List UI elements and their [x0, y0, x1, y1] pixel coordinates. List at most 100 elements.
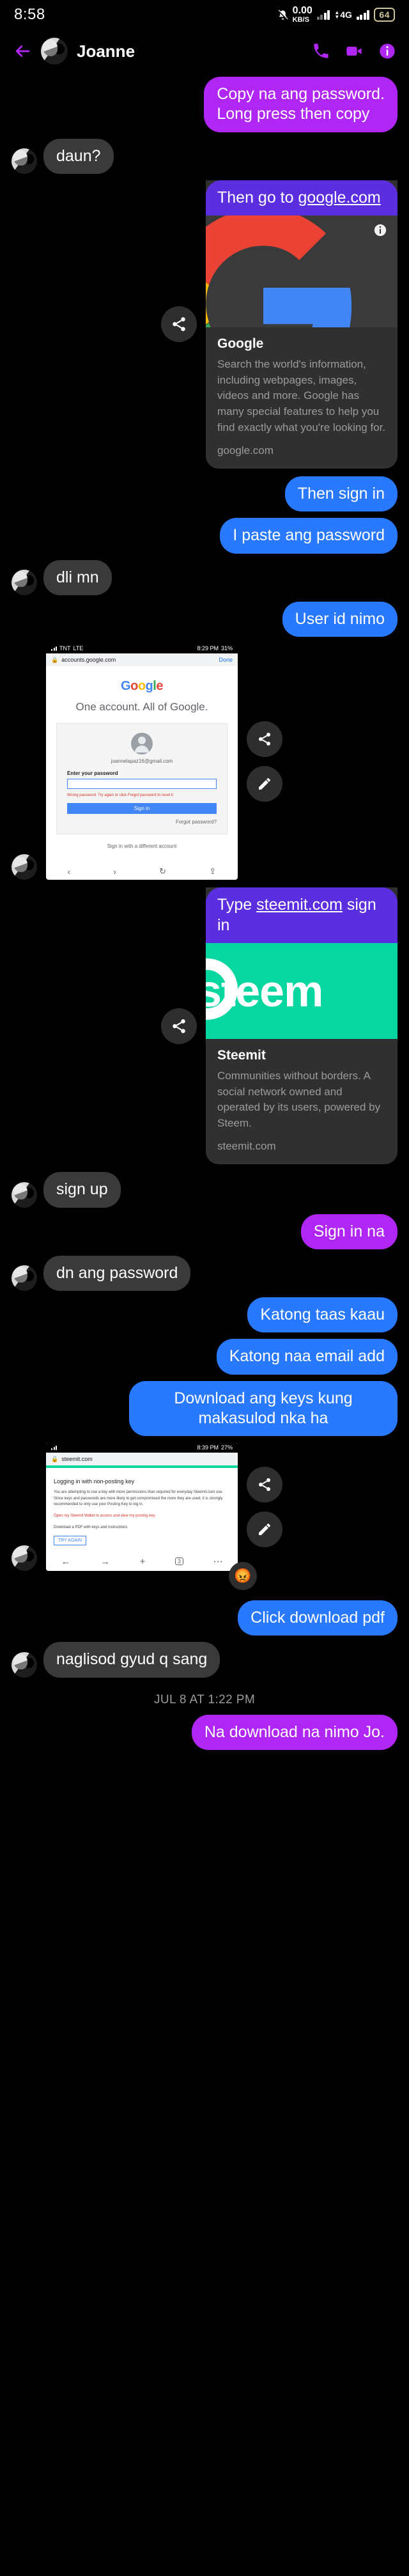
message-bubble[interactable]: Katong naa email add — [216, 1339, 397, 1375]
password-field[interactable] — [67, 779, 217, 790]
new-tab-icon[interactable]: + — [140, 1556, 146, 1567]
phone-icon[interactable] — [312, 42, 330, 60]
screenshot-image[interactable]: 8:39 PM 27% 🔒 steemit.com Logging in wit… — [46, 1442, 238, 1572]
share-icon[interactable] — [247, 721, 282, 758]
message-text: Click download pdf — [251, 1609, 385, 1627]
message-row-outgoing: Download ang keys kung makasulod nka ha — [12, 1380, 397, 1437]
keys-paragraph: You are attempting to use a key with mor… — [54, 1490, 224, 1507]
link-preview-body: Google Search the world's information, i… — [206, 327, 397, 469]
message-bubble[interactable]: dn ang password — [43, 1255, 191, 1292]
info-icon[interactable] — [373, 223, 387, 237]
message-bubble[interactable]: Click download pdf — [238, 1600, 397, 1636]
more-options-icon[interactable]: ⋯ — [213, 1556, 223, 1567]
message-text: daun? — [56, 146, 101, 165]
screenshot-page: Google One account. All of Google. joann… — [46, 666, 238, 864]
avatar[interactable] — [12, 1265, 37, 1292]
back-icon[interactable]: ← — [61, 1556, 70, 1567]
avatar[interactable] — [41, 38, 68, 65]
done-button[interactable]: Done — [219, 657, 233, 663]
lock-icon: 🔒 — [51, 656, 59, 663]
keys-heading: Logging in with non-posting key — [54, 1478, 135, 1485]
message-row-outgoing: Sign in na — [12, 1214, 397, 1249]
card-header-link[interactable]: steemit.com — [256, 896, 343, 914]
message-text: sign up — [56, 1180, 108, 1199]
message-row-incoming: naglisod gyud q sang — [12, 1642, 397, 1678]
signin-button[interactable]: Sign in — [67, 803, 217, 815]
message-row-outgoing: Katong naa email add — [12, 1339, 397, 1375]
pencil-icon[interactable] — [247, 1511, 282, 1547]
screenshot-url-bar[interactable]: 🔒 steemit.com — [46, 1453, 238, 1466]
share-icon[interactable] — [161, 1008, 197, 1044]
forward-icon[interactable]: → — [100, 1556, 110, 1567]
account-avatar-wrap — [67, 733, 217, 755]
reload-icon[interactable]: ↻ — [159, 866, 166, 877]
message-list[interactable]: Copy na ang password. Long press then co… — [0, 73, 409, 1756]
pencil-icon[interactable] — [247, 766, 282, 802]
back-arrow-icon[interactable] — [13, 42, 32, 61]
card-header-link[interactable]: google.com — [298, 189, 380, 207]
message-bubble[interactable]: daun? — [43, 138, 114, 174]
password-error: Wrong password. Try again or click Forgo… — [67, 793, 174, 798]
share-icon[interactable]: ⇪ — [209, 866, 216, 877]
attachment-actions — [247, 1466, 282, 1547]
screenshot-image[interactable]: TNT LTE 8:29 PM 31% 🔒 accounts.google.co… — [46, 643, 238, 880]
avatar[interactable] — [12, 569, 37, 595]
link-preview-title: Google — [217, 336, 264, 351]
signal-bars-sim2 — [356, 10, 370, 20]
screenshot-carrier-name: TNT — [59, 645, 71, 652]
link-preview-card[interactable]: Type steemit.com sign in steem Steemit C… — [206, 887, 397, 1165]
try-again-button[interactable]: TRY AGAIN — [54, 1536, 87, 1546]
signin-panel: joannelapaz16@gmail.com Enter your passw… — [56, 723, 228, 835]
tab-count-badge[interactable]: 3 — [175, 1557, 184, 1566]
message-bubble[interactable]: dli mn — [43, 559, 112, 595]
message-bubble[interactable]: Copy na ang password. Long press then co… — [204, 77, 397, 132]
forgot-password-link[interactable]: Forgot password? — [67, 819, 217, 825]
message-bubble[interactable]: I paste ang password — [220, 518, 397, 554]
message-text: dli mn — [56, 568, 99, 586]
screenshot-browser-nav: ‹ › ↻ ⇪ — [46, 863, 238, 880]
page-title: Joanne — [77, 41, 135, 61]
message-bubble[interactable]: Download ang keys kung makasulod nka ha — [129, 1380, 397, 1437]
avatar[interactable] — [12, 1182, 37, 1208]
message-row-incoming: daun? — [12, 138, 397, 174]
link-preview-steemit: Type steemit.com sign in steem Steemit C… — [12, 887, 397, 1165]
message-bubble[interactable]: sign up — [43, 1172, 121, 1208]
message-bubble[interactable]: Katong taas kaau — [247, 1297, 397, 1333]
status-clock: 8:58 — [14, 6, 45, 23]
day-timestamp: JUL 8 AT 1:22 PM — [153, 1692, 256, 1706]
share-icon[interactable] — [247, 1466, 282, 1503]
forward-icon[interactable]: › — [113, 867, 116, 877]
info-icon[interactable] — [378, 42, 396, 60]
battery-indicator: 64 — [374, 8, 395, 22]
message-row-outgoing: Copy na ang password. Long press then co… — [12, 77, 397, 132]
screenshot-battery: 31% — [220, 645, 233, 652]
status-icons: 0.00 KB/S ▲ ▼ 4G 64 — [277, 6, 395, 24]
message-bubble[interactable]: User id nimo — [282, 601, 397, 637]
message-bubble[interactable]: Then sign in — [284, 476, 397, 512]
message-bubble[interactable]: Na download na nimo Jo. — [191, 1714, 397, 1750]
keys-download-note[interactable]: Download a PDF with keys and instruction… — [54, 1525, 230, 1531]
back-icon[interactable]: ‹ — [68, 867, 70, 877]
data-arrows-icon: ▲ ▼ — [334, 10, 340, 20]
avatar[interactable] — [12, 1545, 37, 1572]
link-preview-domain: steemit.com — [217, 1140, 276, 1153]
signal-bars-icon — [51, 646, 57, 652]
header-actions — [312, 42, 396, 60]
signal-bars-sim1 — [316, 10, 330, 20]
avatar[interactable] — [12, 148, 37, 174]
screenshot-url-bar[interactable]: 🔒 accounts.google.com Done — [46, 653, 238, 667]
status-bar: 8:58 0.00 KB/S ▲ ▼ 4G 64 — [0, 0, 409, 29]
avatar[interactable] — [12, 854, 37, 880]
link-preview-card[interactable]: Then go to google.com Google Search the … — [206, 180, 397, 469]
video-camera-icon[interactable] — [345, 42, 363, 60]
account-avatar — [131, 733, 153, 755]
share-icon[interactable] — [161, 306, 197, 343]
message-reaction[interactable]: 😡 — [229, 1562, 257, 1591]
network-speed-unit: KB/S — [292, 16, 309, 24]
reaction-row: 😡 — [12, 1562, 397, 1591]
message-bubble[interactable]: Sign in na — [300, 1214, 397, 1249]
different-account-link[interactable]: Sign in with a different account — [56, 834, 228, 854]
google-wordmark: Google — [121, 679, 163, 694]
message-bubble[interactable]: naglisod gyud q sang — [43, 1642, 220, 1678]
avatar[interactable] — [12, 1651, 37, 1678]
